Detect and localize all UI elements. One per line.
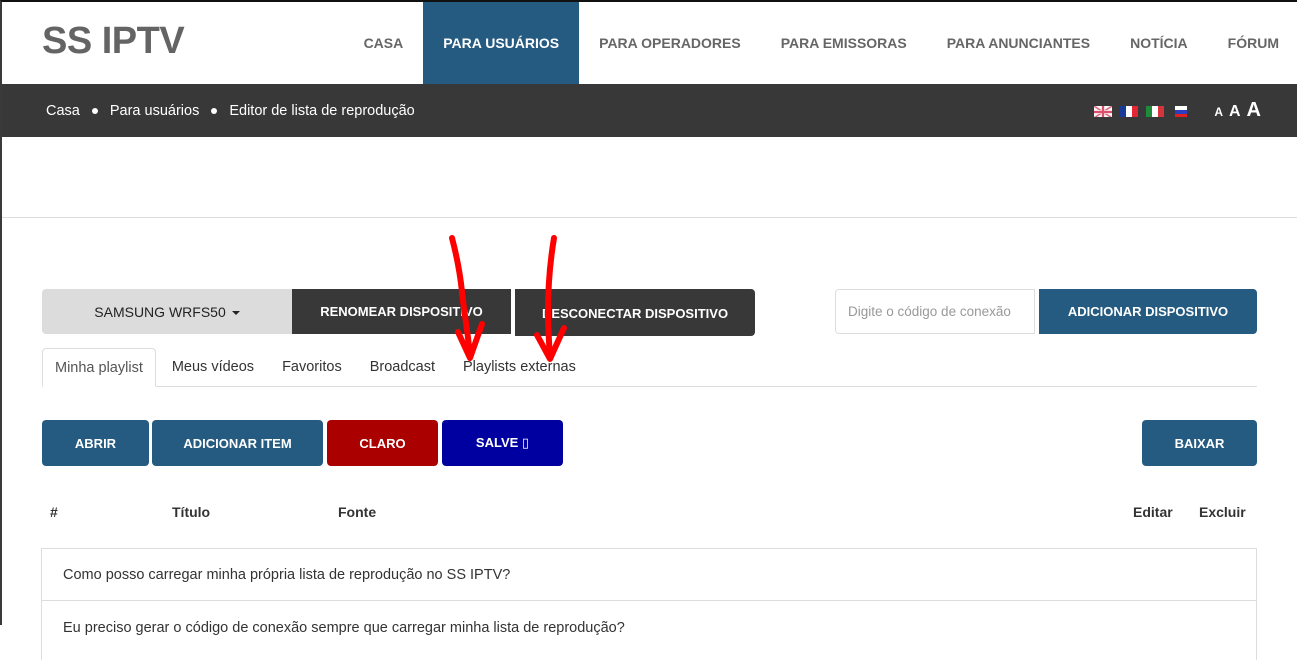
disconnect-device-button[interactable]: DESCONECTAR DISPOSITIVO [515, 289, 755, 336]
nav-item-for-broadcasters[interactable]: PARA EMISSORAS [761, 2, 927, 84]
main-nav: CASA PARA USUÁRIOS PARA OPERADORES PARA … [344, 2, 1297, 84]
add-device-button[interactable]: ADICIONAR DISPOSITIVO [1039, 289, 1257, 334]
connection-code-input[interactable] [835, 289, 1035, 334]
column-source: Fonte [338, 504, 377, 520]
font-size-medium[interactable]: A [1229, 103, 1241, 121]
playlist-tabs: Minha playlist Meus vídeos Favoritos Bro… [42, 348, 1257, 387]
breadcrumb-separator [91, 107, 98, 114]
site-logo[interactable]: SS IPTV [42, 20, 185, 63]
column-delete: Excluir [1199, 504, 1246, 520]
breadcrumb-home[interactable]: Casa [46, 103, 80, 119]
breadcrumb-separator [211, 107, 218, 114]
section-divider [2, 217, 1297, 218]
device-dropdown-label: SAMSUNG WRFS50 [94, 303, 226, 320]
faq-item[interactable]: Eu preciso gerar o código de conexão sem… [41, 600, 1257, 660]
download-button[interactable]: BAIXAR [1142, 420, 1257, 466]
breadcrumb-bar: Casa Para usuários Editor de lista de re… [2, 84, 1297, 137]
caret-down-icon [231, 310, 240, 315]
device-dropdown[interactable]: SAMSUNG WRFS50 [42, 289, 292, 334]
faq-question: Como posso carregar minha própria lista … [63, 567, 511, 583]
save-button[interactable]: SALVE ▯ [442, 420, 563, 466]
table-header: # Título Fonte Editar Excluir [42, 500, 1257, 524]
clear-button[interactable]: CLARO [327, 420, 438, 466]
column-number: # [50, 504, 58, 520]
add-item-button[interactable]: ADICIONAR ITEM [152, 420, 323, 466]
column-edit: Editar [1133, 504, 1173, 520]
french-flag-icon[interactable] [1120, 105, 1139, 117]
faq-question: Eu preciso gerar o código de conexão sem… [63, 620, 625, 636]
tab-my-playlist[interactable]: Minha playlist [42, 348, 156, 387]
english-flag-icon[interactable] [1094, 104, 1113, 117]
nav-item-home[interactable]: CASA [344, 2, 424, 84]
nav-item-for-operators[interactable]: PARA OPERADORES [579, 2, 761, 84]
column-title: Título [172, 504, 211, 520]
breadcrumb-current: Editor de lista de reprodução [229, 102, 415, 119]
breadcrumb: Casa Para usuários Editor de lista de re… [46, 84, 415, 137]
tab-broadcast[interactable]: Broadcast [358, 348, 447, 386]
russian-flag-icon[interactable] [1172, 105, 1190, 117]
breadcrumb-for-users[interactable]: Para usuários [110, 103, 199, 119]
tab-my-videos[interactable]: Meus vídeos [160, 348, 266, 386]
font-size-controls: A A A [1208, 99, 1261, 122]
tab-favorites[interactable]: Favoritos [270, 348, 354, 386]
tab-external-playlists[interactable]: Playlists externas [451, 348, 588, 386]
language-bar: A A A [1094, 84, 1261, 137]
open-button[interactable]: ABRIR [42, 420, 149, 466]
rename-device-button[interactable]: RENOMEAR DISPOSITIVO [292, 289, 511, 334]
font-size-large[interactable]: A [1247, 99, 1261, 122]
italian-flag-icon[interactable] [1146, 105, 1165, 117]
nav-item-for-advertisers[interactable]: PARA ANUNCIANTES [927, 2, 1110, 84]
nav-item-forum[interactable]: FÓRUM [1208, 2, 1297, 84]
font-size-small[interactable]: A [1214, 105, 1223, 119]
nav-item-news[interactable]: NOTÍCIA [1110, 2, 1208, 84]
site-header: SS IPTV CASA PARA USUÁRIOS PARA OPERADOR… [2, 2, 1297, 84]
faq-item[interactable]: Como posso carregar minha própria lista … [41, 548, 1257, 601]
nav-item-for-users[interactable]: PARA USUÁRIOS [423, 2, 580, 84]
